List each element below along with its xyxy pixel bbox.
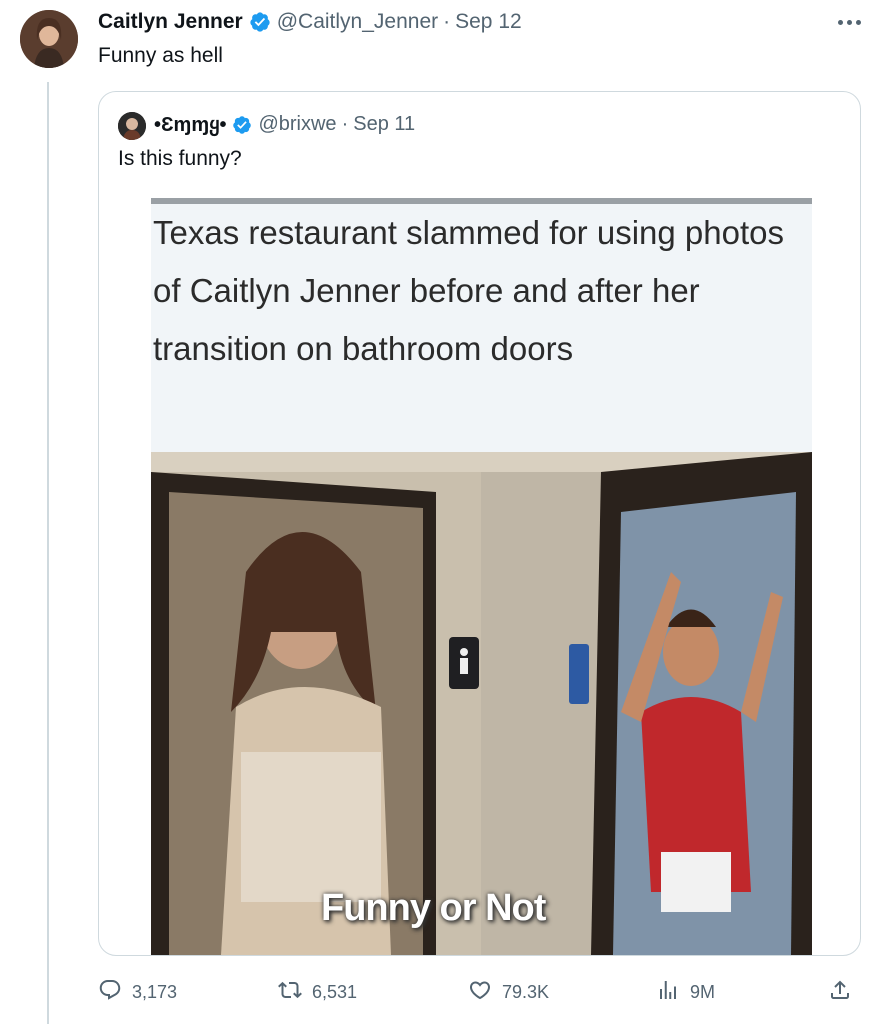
avatar[interactable] xyxy=(20,10,78,68)
author-handle[interactable]: @Caitlyn_Jenner xyxy=(277,10,438,34)
thread-line xyxy=(47,82,49,1024)
like-button[interactable]: 79.3K xyxy=(468,978,549,1007)
quoted-tweet-date[interactable]: Sep 11 xyxy=(353,113,415,136)
views-button[interactable]: 9M xyxy=(656,978,715,1007)
more-icon[interactable] xyxy=(834,12,864,32)
share-icon xyxy=(828,978,852,1007)
separator: · xyxy=(443,10,451,33)
bathroom-doors-photo: Funny or Not xyxy=(151,452,812,955)
tweet-header: Caitlyn Jenner @Caitlyn_Jenner · Sep 12 xyxy=(98,10,522,34)
quoted-author-name[interactable]: •Ɛɱɱყ• xyxy=(154,112,226,137)
separator: · xyxy=(341,113,349,135)
repost-count: 6,531 xyxy=(312,982,358,1002)
quoted-author-handle[interactable]: @brixwe xyxy=(258,113,336,136)
author-name[interactable]: Caitlyn Jenner xyxy=(98,10,243,34)
views-count: 9M xyxy=(690,982,716,1002)
quoted-media-image[interactable]: Texas restaurant slammed for using photo… xyxy=(151,198,812,955)
tweet-date[interactable]: Sep 12 xyxy=(455,10,522,34)
share-button[interactable] xyxy=(828,978,852,1007)
quoted-avatar[interactable] xyxy=(118,112,146,140)
like-count: 79.3K xyxy=(502,982,550,1002)
quoted-tweet[interactable]: •Ɛɱɱყ• @brixwe · Sep 11 Is this funny? T… xyxy=(98,91,861,956)
verified-badge-icon xyxy=(249,11,271,33)
quoted-header: •Ɛɱɱყ• @brixwe · Sep 11 xyxy=(154,112,415,137)
reply-icon xyxy=(98,978,122,1007)
media-caption: Funny or Not xyxy=(321,887,546,929)
repost-icon xyxy=(278,978,302,1007)
reply-button[interactable]: 3,173 xyxy=(98,978,177,1007)
like-icon xyxy=(468,978,492,1007)
views-icon xyxy=(656,978,680,1007)
quoted-tweet-text: Is this funny? xyxy=(118,147,242,170)
tweet-text: Funny as hell xyxy=(98,44,223,67)
reply-count: 3,173 xyxy=(132,982,178,1002)
media-headline: Texas restaurant slammed for using photo… xyxy=(153,214,784,367)
action-bar: 3,173 6,531 79.3K 9M xyxy=(0,978,879,1008)
repost-button[interactable]: 6,531 xyxy=(278,978,357,1007)
verified-badge-icon xyxy=(232,115,252,135)
